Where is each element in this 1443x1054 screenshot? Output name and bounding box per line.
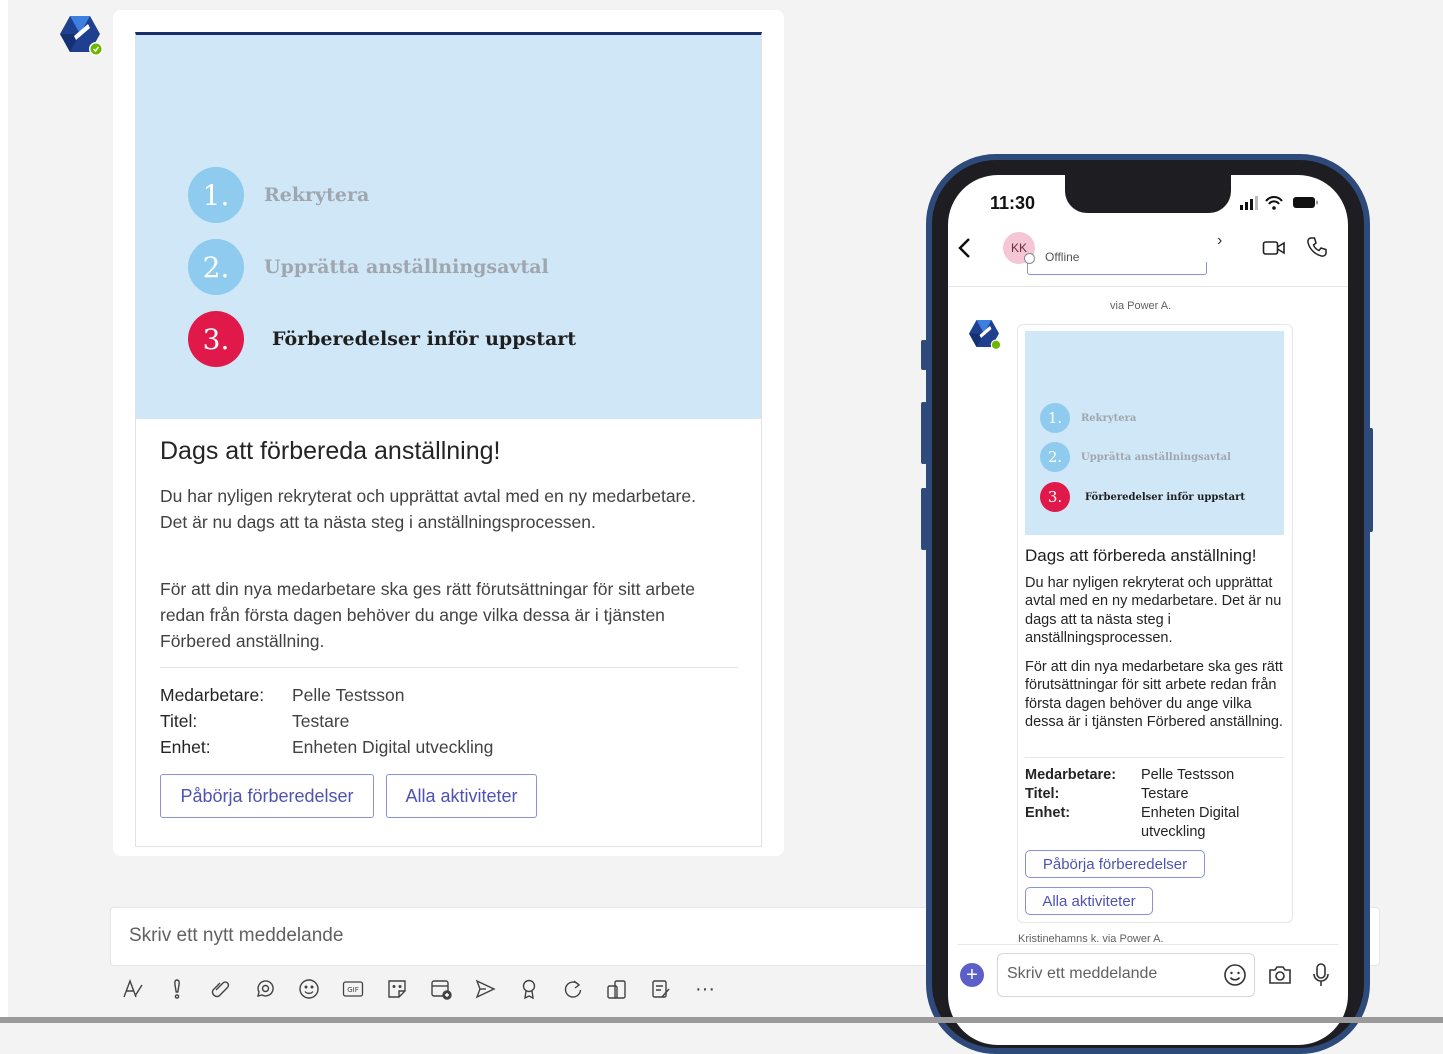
bot-logo-icon	[60, 16, 103, 56]
fact-value: Enheten Digital utveckling	[1141, 805, 1240, 840]
start-preparations-button[interactable]: Påbörja förberedelser	[1025, 850, 1205, 878]
microphone-icon[interactable]	[1311, 962, 1331, 988]
phone-notch	[1065, 175, 1231, 213]
bot-logo-icon	[969, 320, 1002, 350]
step-number-badge: 2.	[1040, 442, 1070, 472]
card-title: Dags att förbereda anställning!	[160, 437, 501, 465]
step-label: Förberedelser inför uppstart	[1085, 491, 1246, 503]
status-time: 11:30	[990, 193, 1036, 213]
send-icon[interactable]	[470, 974, 500, 1004]
step-label: Förberedelser inför uppstart	[272, 328, 577, 350]
step-2: 2. Upprätta anställningsavtal	[188, 239, 549, 295]
divider	[1025, 757, 1284, 758]
step-label: Rekrytera	[264, 184, 370, 206]
via-label: via Power A.	[1110, 300, 1172, 312]
emoji-icon[interactable]	[294, 974, 324, 1004]
fact-value: Pelle Testsson	[292, 685, 405, 705]
phone-call-icon[interactable]	[1306, 236, 1328, 258]
step-label: Rekrytera	[1081, 412, 1137, 424]
status-icons	[1238, 193, 1322, 213]
gif-icon[interactable]: GIF	[338, 974, 368, 1004]
fact-key: Enhet:	[160, 737, 211, 757]
start-preparations-button[interactable]: Påbörja förberedelser	[160, 774, 374, 818]
step-number-badge: 1.	[1040, 403, 1070, 433]
fact-value: Enheten Digital utveckling	[292, 737, 494, 757]
sticker-icon[interactable]	[382, 974, 412, 1004]
praise-icon[interactable]	[514, 974, 544, 1004]
step-label: Upprätta anställningsavtal	[264, 256, 549, 278]
card-paragraph: Du har nyligen rekryterat och upprättat …	[160, 486, 696, 532]
divider	[160, 667, 738, 668]
card-title: Dags att förbereda anställning!	[1025, 546, 1257, 565]
all-activities-button[interactable]: Alla aktiviteter	[386, 774, 537, 818]
step-1: 1. Rekrytera	[188, 167, 369, 223]
camera-icon[interactable]	[1268, 964, 1292, 986]
window-edge	[0, 0, 8, 1023]
divider	[958, 944, 1338, 945]
fact-value: Pelle Testsson	[1141, 767, 1235, 783]
card-paragraph: För att din nya medarbetare ska ges rätt…	[1025, 659, 1283, 730]
message-input[interactable]: Skriv ett meddelande	[997, 953, 1255, 997]
apps-icon[interactable]	[602, 974, 632, 1004]
chevron-right-icon[interactable]: ›	[1217, 232, 1222, 250]
fact-key: Medarbetare:	[1025, 767, 1117, 783]
all-activities-button[interactable]: Alla aktiviteter	[1025, 887, 1153, 915]
bot-avatar[interactable]	[966, 318, 1002, 352]
loop-icon[interactable]	[250, 974, 280, 1004]
refresh-icon[interactable]	[558, 974, 588, 1004]
fact-value: Testare	[1141, 786, 1189, 802]
format-icon[interactable]	[118, 974, 148, 1004]
more-icon[interactable]: ···	[690, 974, 720, 1004]
step-number-badge: 3.	[188, 311, 244, 367]
card-paragraph: För att din nya medarbetare ska ges rätt…	[160, 579, 695, 651]
step-number-badge: 3.	[1040, 482, 1070, 512]
step-number-badge: 2.	[188, 239, 244, 295]
contact-status: Offline	[1045, 250, 1080, 264]
svg-text:GIF: GIF	[347, 986, 359, 994]
back-icon[interactable]	[956, 236, 974, 260]
adaptive-card: 1. Rekrytera 2. Upprätta anställningsavt…	[135, 32, 762, 847]
offline-status-icon	[1024, 253, 1035, 264]
message-input-placeholder: Skriv ett meddelande	[1007, 965, 1158, 982]
step-number-badge: 1.	[188, 167, 244, 223]
fact-value: Testare	[292, 711, 350, 731]
step-2: 2. Upprätta anställningsavtal	[1040, 442, 1231, 472]
fact-key: Titel:	[160, 711, 198, 731]
bot-avatar[interactable]	[56, 14, 104, 58]
fact-row: Titel: Testare	[160, 708, 493, 734]
emoji-icon[interactable]	[1223, 963, 1247, 987]
fact-set: Medarbetare: Pelle Testsson Titel: Testa…	[160, 682, 493, 760]
step-1: 1. Rekrytera	[1040, 403, 1136, 433]
step-3: 3. Förberedelser inför uppstart	[1040, 482, 1245, 512]
header-divider	[948, 286, 1348, 287]
message-bubble: 1. Rekrytera 2. Upprätta anställningsavt…	[113, 10, 784, 856]
progress-hero-image: 1. Rekrytera 2. Upprätta anställningsavt…	[136, 35, 761, 419]
attach-icon[interactable]	[206, 974, 236, 1004]
fact-row: Enhet: Enheten Digital utveckling	[160, 734, 493, 760]
video-call-icon[interactable]	[1262, 238, 1286, 258]
compose-placeholder: Skriv ett nytt meddelande	[129, 925, 344, 946]
step-3: 3. Förberedelser inför uppstart	[188, 311, 576, 367]
fact-key: Medarbetare:	[160, 685, 265, 705]
window-bottom-edge	[0, 1017, 1443, 1023]
notes-icon[interactable]	[646, 974, 676, 1004]
card-paragraph: Du har nyligen rekryterat och upprättat …	[1025, 575, 1282, 646]
important-icon[interactable]	[162, 974, 192, 1004]
fact-key: Enhet:	[1025, 805, 1071, 821]
fact-key: Titel:	[1025, 786, 1060, 802]
fact-row: Medarbetare: Pelle Testsson	[160, 682, 493, 708]
step-label: Upprätta anställningsavtal	[1081, 451, 1231, 463]
signal-wifi-battery-icon	[1240, 196, 1318, 210]
add-icon[interactable]: +	[960, 963, 984, 987]
schedule-meeting-icon[interactable]	[426, 974, 456, 1004]
